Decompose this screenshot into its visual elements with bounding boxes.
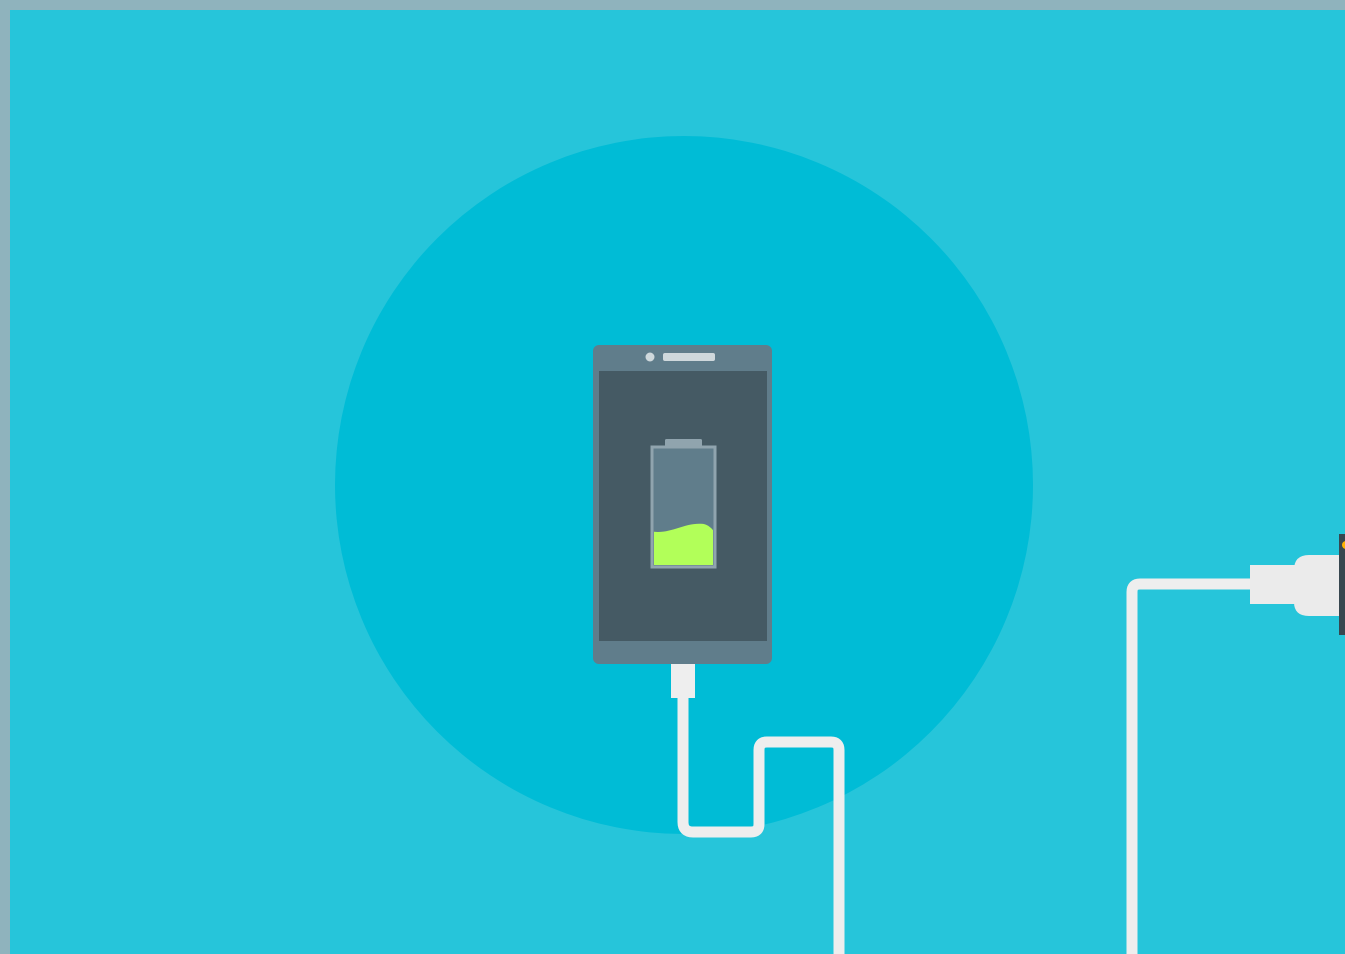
battery-icon bbox=[650, 439, 717, 569]
phone-camera bbox=[645, 352, 655, 362]
image-frame bbox=[0, 0, 1345, 954]
usb-connector bbox=[671, 664, 695, 698]
adapter-body bbox=[1294, 555, 1340, 616]
illustration-canvas bbox=[10, 10, 1345, 954]
charging-illustration bbox=[10, 10, 1345, 954]
adapter-neck bbox=[1250, 565, 1296, 604]
wall-socket bbox=[1339, 534, 1345, 635]
phone-speaker bbox=[663, 353, 715, 361]
